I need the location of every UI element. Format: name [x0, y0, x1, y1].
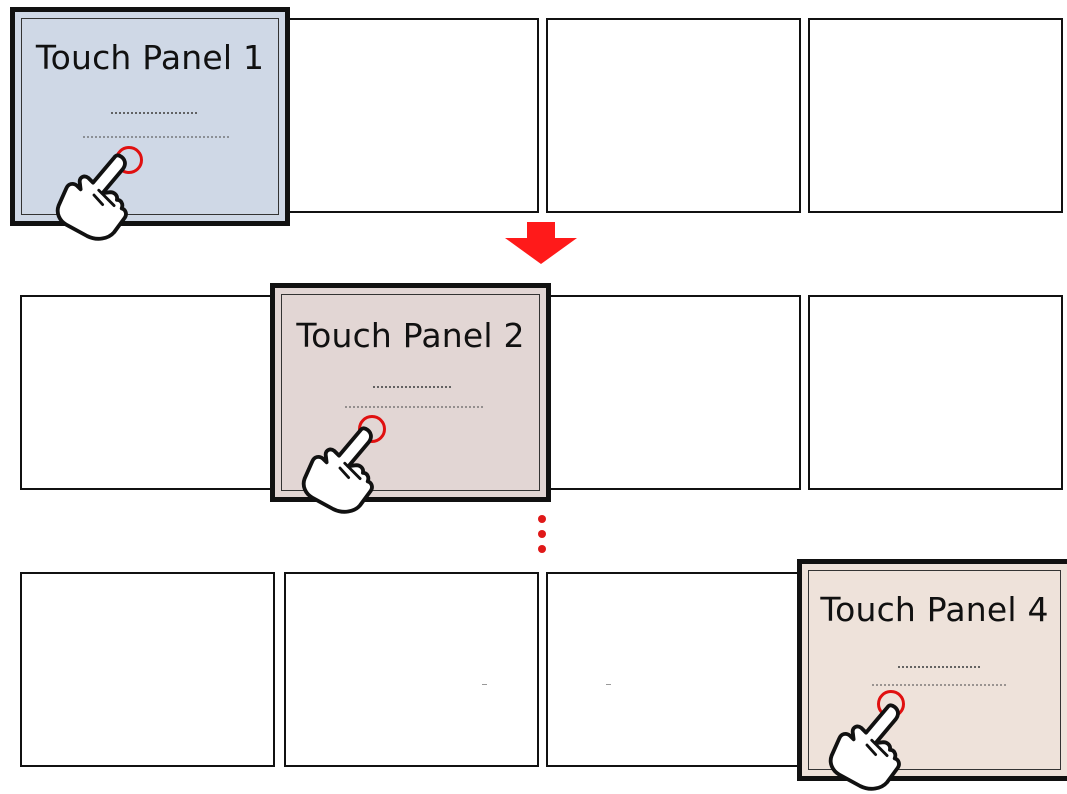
screen-cell-r2-c1 — [20, 295, 275, 490]
screen-cell-r2-c4 — [808, 295, 1063, 490]
hand-pointer-icon — [55, 153, 128, 241]
hand-pointer-icon — [301, 426, 374, 514]
hand-pointer-icon — [828, 703, 901, 791]
arrow-down-icon — [505, 222, 577, 264]
touch-panel-4-title: Touch Panel 4 — [820, 590, 1049, 629]
ellipsis-dot — [538, 530, 546, 538]
screen-text-line — [872, 684, 1008, 686]
ellipsis-dot — [538, 545, 546, 553]
screen-text-line — [345, 406, 483, 408]
screen-text-line — [898, 666, 980, 668]
touch-panel-4[interactable]: Touch Panel 4 — [797, 559, 1067, 791]
screen-speck — [482, 684, 487, 685]
touch-panel-1[interactable]: Touch Panel 1 — [10, 7, 290, 241]
screen-cell-r1-c3 — [546, 18, 801, 213]
screen-text-line — [373, 386, 453, 388]
screen-cell-r2-c3 — [546, 295, 801, 490]
ellipsis-dot — [538, 515, 546, 523]
touch-panel-1-title: Touch Panel 1 — [35, 38, 265, 77]
touch-panel-2[interactable]: Touch Panel 2 — [270, 283, 551, 514]
screen-text-line — [83, 136, 231, 138]
screen-cell-r3-c3 — [546, 572, 801, 767]
screen-cell-r1-c4 — [808, 18, 1063, 213]
screen-cell-r3-c2 — [284, 572, 539, 767]
touch-panel-2-title: Touch Panel 2 — [296, 316, 525, 355]
screen-cell-r3-c1 — [20, 572, 275, 767]
screen-cell-r1-c2 — [284, 18, 539, 213]
screen-text-line — [111, 112, 197, 114]
screen-speck — [606, 684, 611, 685]
